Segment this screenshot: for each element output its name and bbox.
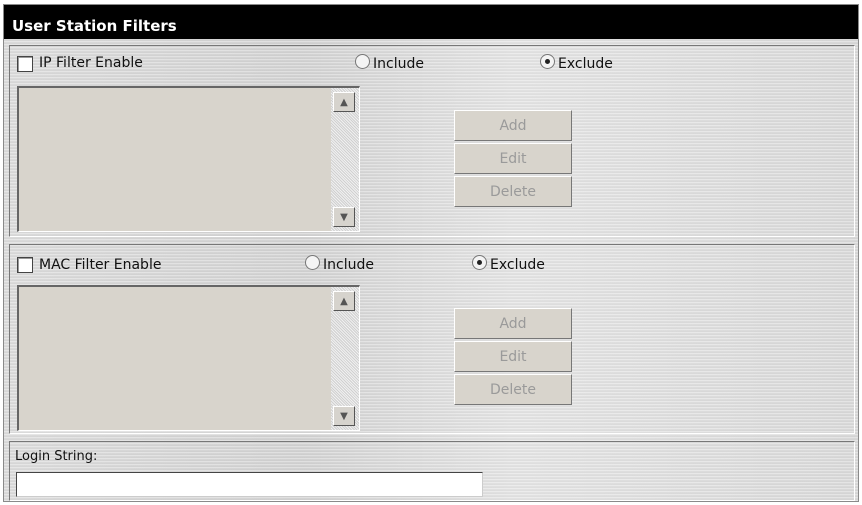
mac-include-label: Include: [323, 257, 374, 273]
mac-delete-button[interactable]: Delete: [454, 374, 572, 405]
mac-filter-enable-label: MAC Filter Enable: [39, 257, 162, 273]
panel-title: User Station Filters: [4, 5, 858, 39]
ip-exclude-label: Exclude: [558, 56, 613, 72]
ip-filter-list[interactable]: ▲ ▼: [17, 86, 360, 232]
ip-delete-button[interactable]: Delete: [454, 176, 572, 207]
ip-filter-enable-checkbox[interactable]: [17, 56, 33, 72]
ip-list-scrollbar[interactable]: ▲ ▼: [331, 88, 359, 231]
login-string-input[interactable]: [16, 472, 483, 497]
mac-include-radio[interactable]: [305, 255, 320, 270]
mac-filter-section: MAC Filter Enable Include Exclude ▲ ▼ Ad…: [9, 244, 855, 434]
up-arrow-icon[interactable]: ▲: [333, 291, 355, 311]
mac-add-button[interactable]: Add: [454, 308, 572, 339]
mac-exclude-radio[interactable]: [472, 255, 487, 270]
login-string-label: Login String:: [15, 449, 98, 464]
ip-edit-button[interactable]: Edit: [454, 143, 572, 174]
mac-filter-enable-checkbox[interactable]: [17, 257, 33, 273]
ip-add-button[interactable]: Add: [454, 110, 572, 141]
ip-include-radio[interactable]: [355, 54, 370, 69]
login-string-section: Login String:: [9, 441, 855, 501]
mac-filter-list[interactable]: ▲ ▼: [17, 285, 360, 431]
mac-list-scrollbar[interactable]: ▲ ▼: [331, 287, 359, 430]
down-arrow-icon[interactable]: ▼: [333, 406, 355, 426]
up-arrow-icon[interactable]: ▲: [333, 92, 355, 112]
ip-filter-section: IP Filter Enable Include Exclude ▲ ▼ Add…: [9, 45, 855, 237]
mac-edit-button[interactable]: Edit: [454, 341, 572, 372]
mac-exclude-label: Exclude: [490, 257, 545, 273]
down-arrow-icon[interactable]: ▼: [333, 207, 355, 227]
user-station-filters-panel: User Station Filters IP Filter Enable In…: [3, 4, 859, 502]
ip-filter-enable-label: IP Filter Enable: [39, 55, 143, 71]
ip-exclude-radio[interactable]: [540, 54, 555, 69]
ip-include-label: Include: [373, 56, 424, 72]
